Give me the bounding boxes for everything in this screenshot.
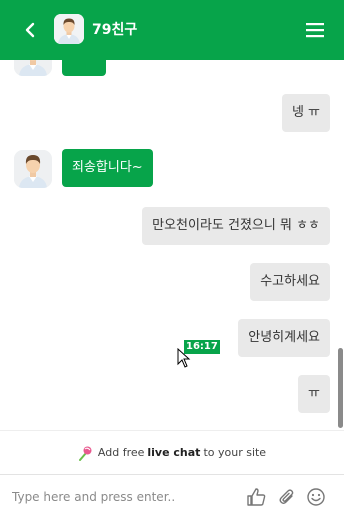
chat-widget: 79친구 ㅠㅠ 넹 ㅠ: [0, 0, 344, 517]
chat-title: 79친구: [92, 22, 138, 38]
person-avatar-icon: [14, 150, 52, 188]
message-list-scrollbar[interactable]: [338, 348, 343, 428]
promo-link[interactable]: Add free live chat to your site: [0, 430, 344, 474]
hamburger-menu-icon: [306, 23, 324, 38]
promo-text-prefix: Add free: [97, 446, 145, 459]
person-avatar-icon: [14, 60, 52, 76]
agent-avatar: [54, 14, 84, 44]
message-input[interactable]: [12, 485, 232, 509]
agent-avatar: [14, 150, 52, 188]
message-list[interactable]: ㅠㅠ 넹 ㅠ 죄송합니다~ 만오천이라도 건졌으니 뭐 ㅎㅎ 수고하세요 안녕히…: [0, 60, 344, 430]
message-bubble-visitor: 수고하세요: [250, 263, 330, 301]
message-bubble-agent: 죄송합니다~: [62, 149, 153, 187]
chat-header: 79친구: [0, 0, 344, 60]
agent-avatar: [14, 60, 52, 76]
message-bubble-visitor: 넹 ㅠ: [281, 94, 330, 132]
message-input-bar: [0, 474, 344, 517]
smiley-icon[interactable]: [306, 487, 326, 507]
message-bubble-agent: ㅠㅠ: [62, 60, 106, 76]
message-bubble-visitor: ㅠ: [298, 375, 330, 413]
thumbs-up-icon[interactable]: [246, 487, 266, 507]
person-avatar-icon: [54, 14, 84, 44]
mouse-cursor-icon: [177, 348, 191, 368]
promo-text-suffix: to your site: [203, 446, 267, 459]
message-bubble-visitor: 안녕히계세요: [238, 319, 330, 357]
back-button[interactable]: [18, 18, 42, 42]
message-bubble-visitor: 만오천이라도 건졌으니 뭐 ㅎㅎ: [142, 207, 330, 245]
paperclip-icon[interactable]: [277, 487, 297, 507]
promo-text-bold: live chat: [147, 446, 201, 459]
chevron-left-icon: [25, 22, 35, 38]
menu-button[interactable]: [304, 20, 326, 40]
lollipop-icon: [78, 446, 92, 461]
